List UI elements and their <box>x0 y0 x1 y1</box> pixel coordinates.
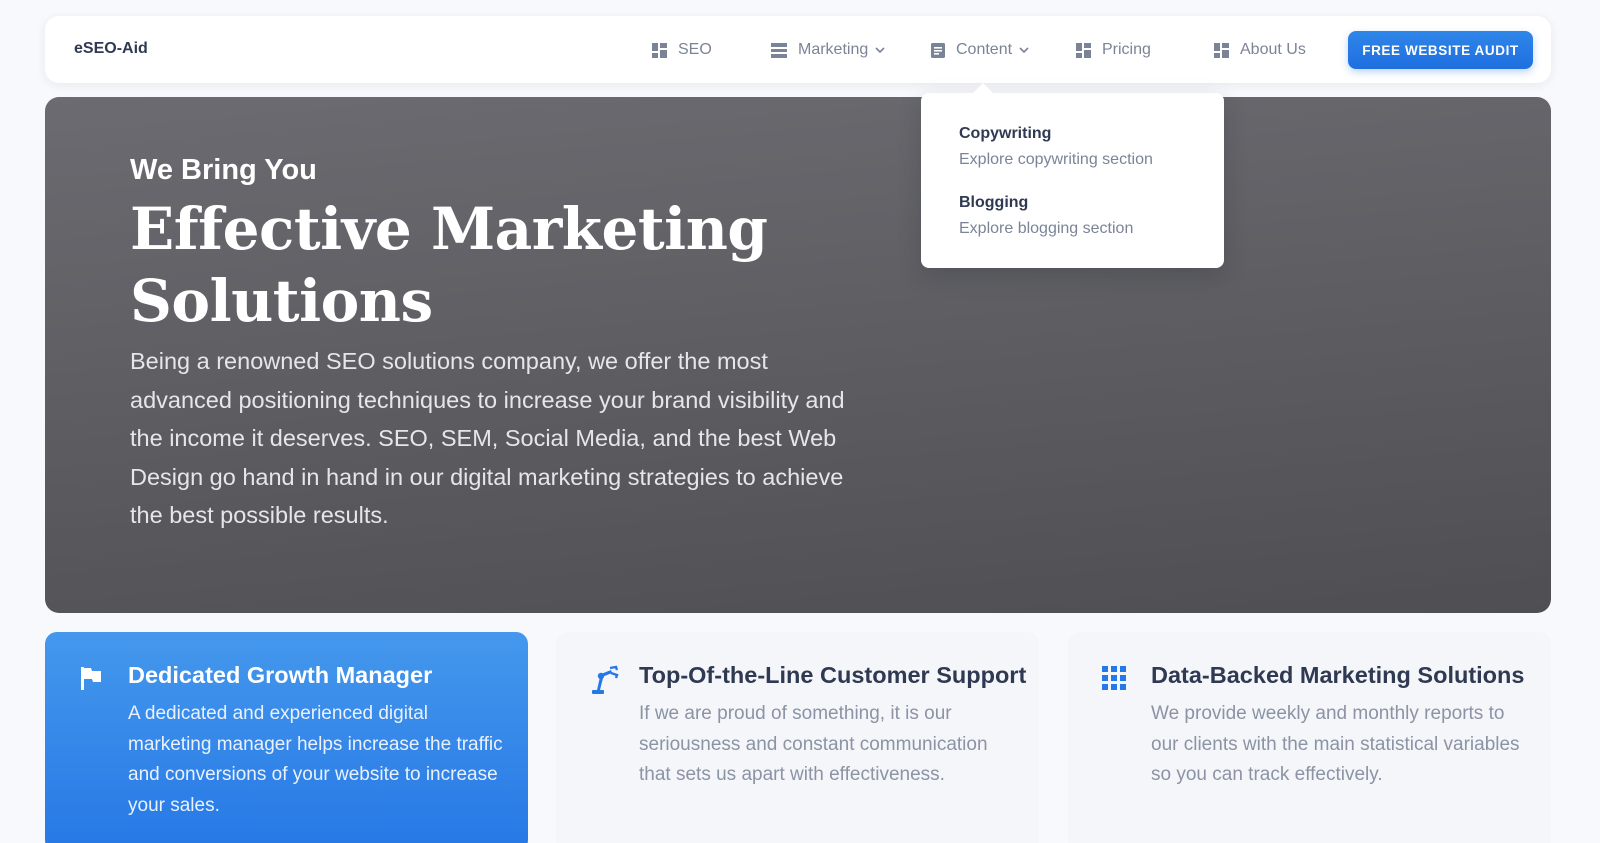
nav-item-marketing[interactable]: Marketing <box>771 39 885 61</box>
dropdown-item-copywriting[interactable]: Copywriting Explore copywriting section <box>959 125 1153 169</box>
nav-item-seo[interactable]: SEO <box>652 39 712 61</box>
feature-title: Top-Of-the-Line Customer Support <box>639 662 1027 688</box>
hero-title: Effective Marketing Solutions <box>130 195 768 335</box>
feature-title: Dedicated Growth Manager <box>128 662 433 688</box>
nav-item-label: Content <box>956 41 1013 58</box>
brand-logo[interactable]: eSEO-Aid <box>74 40 148 58</box>
nav-item-label: About Us <box>1240 41 1306 58</box>
grid-icon <box>1101 665 1127 696</box>
flag-icon <box>78 665 104 696</box>
feature-card-customer-support[interactable]: Top-Of-the-Line Customer Support If we a… <box>556 632 1039 843</box>
dropdown-item-description: Explore copywriting section <box>959 151 1153 168</box>
hero-description: Being a renowned SEO solutions company, … <box>130 348 845 528</box>
dropdown-item-description: Explore blogging section <box>959 220 1134 237</box>
dropdown-item-title: Blogging <box>959 194 1029 211</box>
dashboard-icon <box>652 42 667 58</box>
dashboard-icon <box>1076 42 1091 58</box>
nav-item-label: Pricing <box>1102 41 1151 58</box>
content-dropdown-menu: Copywriting Explore copywriting section … <box>921 93 1224 268</box>
nav-item-content[interactable]: Content <box>931 39 1029 61</box>
free-website-audit-button[interactable]: FREE WEBSITE AUDIT <box>1348 31 1533 69</box>
nav-item-pricing[interactable]: Pricing <box>1076 39 1151 61</box>
chevron-down-icon <box>1019 46 1029 54</box>
feature-description: We provide weekly and monthly reports to… <box>1151 703 1520 785</box>
robot-arm-icon <box>589 665 619 700</box>
list-icon <box>771 42 787 58</box>
dropdown-item-blogging[interactable]: Blogging Explore blogging section <box>959 194 1133 238</box>
feature-description: A dedicated and experienced digital mark… <box>128 703 503 816</box>
chevron-down-icon <box>875 46 885 54</box>
nav-item-label: Marketing <box>798 41 869 58</box>
feature-description: If we are proud of something, it is our … <box>639 703 988 785</box>
hero-section: We Bring You Effective Marketing Solutio… <box>45 97 1551 613</box>
dropdown-item-title: Copywriting <box>959 125 1052 142</box>
nav-item-about-us[interactable]: About Us <box>1214 39 1306 61</box>
document-icon <box>931 42 945 58</box>
nav-item-label: SEO <box>678 41 712 58</box>
dashboard-icon <box>1214 42 1229 58</box>
feature-card-growth-manager[interactable]: Dedicated Growth Manager A dedicated and… <box>45 632 528 843</box>
feature-title: Data-Backed Marketing Solutions <box>1151 662 1525 688</box>
feature-card-data-backed[interactable]: Data-Backed Marketing Solutions We provi… <box>1068 632 1551 843</box>
hero-subtitle: We Bring You <box>130 154 317 186</box>
navbar: eSEO-Aid SEO Marketing Content Pricing A… <box>45 16 1551 83</box>
